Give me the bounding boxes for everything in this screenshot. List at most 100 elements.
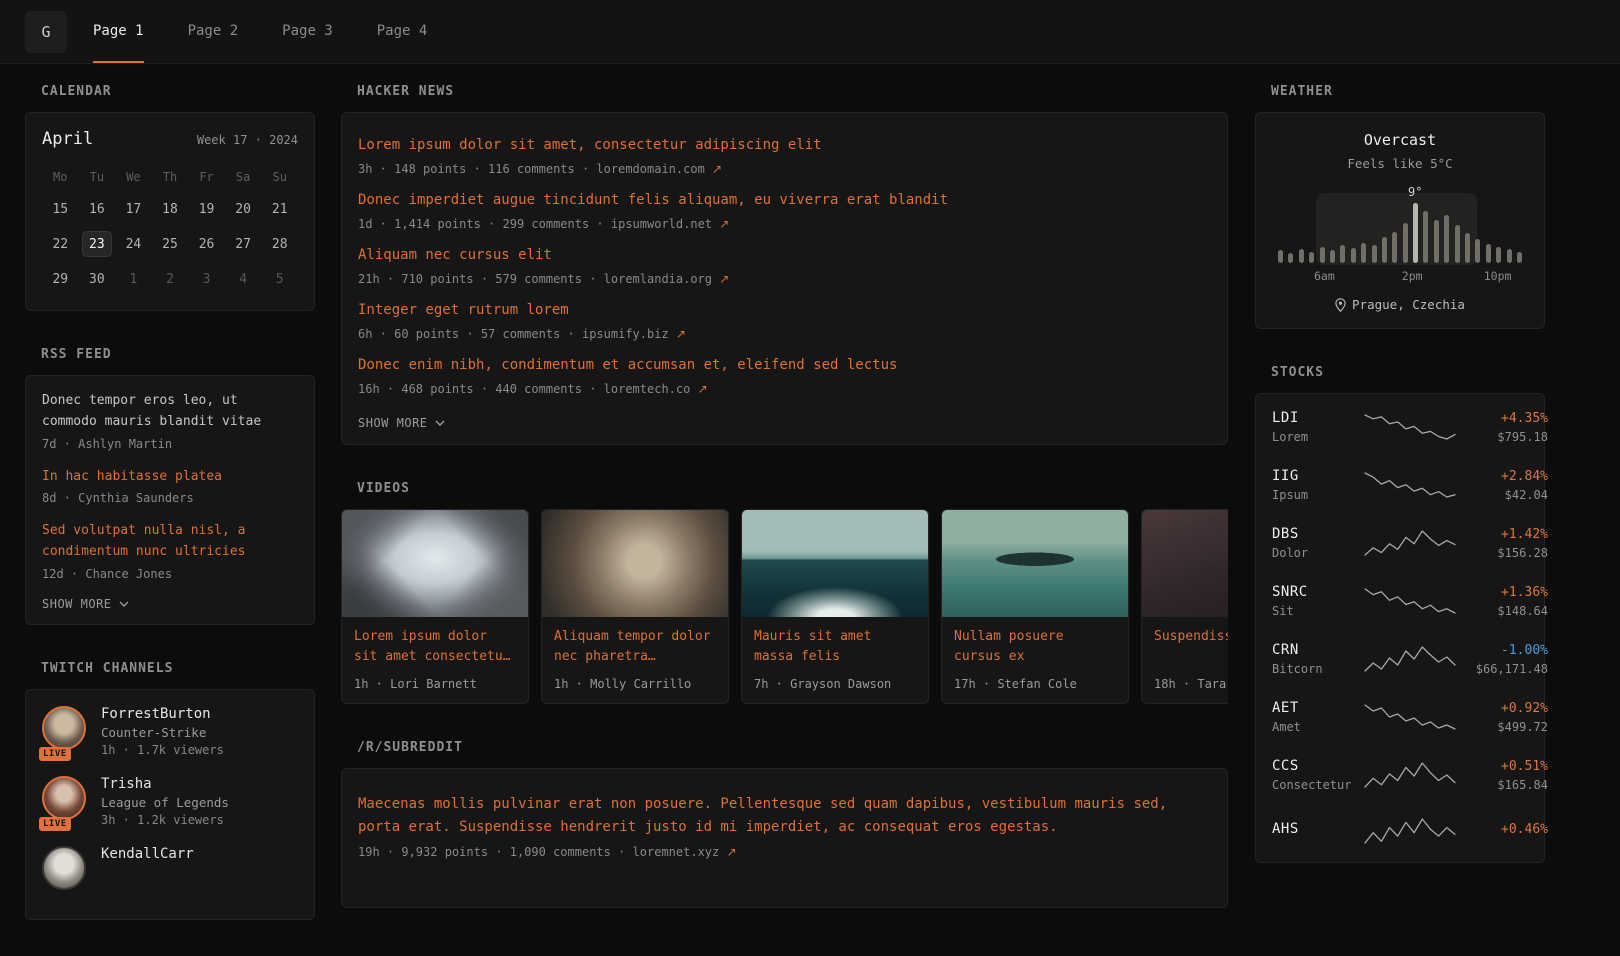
tab-page-3[interactable]: Page 3	[282, 0, 333, 63]
video-card[interactable]: Aliquam tempor dolor nec pharetra… 1h · …	[541, 509, 729, 704]
calendar-day-next-month: 3	[188, 266, 225, 292]
calendar-widget: April Week 17 · 2024 Mo Tu We Th Fr Sa S…	[25, 112, 315, 311]
twitch-channel-row[interactable]: LIVE Trisha League of Legends 3h · 1.2k …	[42, 776, 298, 827]
stock-change: +4.35%	[1456, 411, 1548, 426]
twitch-channel-row[interactable]: KendallCarr	[42, 846, 298, 890]
stock-row[interactable]: SNRC Sit +1.36% $148.64	[1270, 572, 1530, 630]
stock-name: Sit	[1272, 604, 1364, 618]
twitch-avatar-wrap	[42, 846, 88, 890]
video-meta: 17h · Stefan Cole	[954, 677, 1116, 691]
stock-change: +1.36%	[1456, 585, 1548, 600]
stock-row[interactable]: AHS +0.46%	[1270, 804, 1530, 858]
weather-location: Prague, Czechia	[1272, 297, 1528, 312]
show-more-label: SHOW MORE	[42, 597, 112, 611]
subreddit-post-link[interactable]: Maecenas mollis pulvinar erat non posuer…	[358, 793, 1211, 839]
rss-section: RSS FEED Donec tempor eros leo, ut commo…	[25, 347, 315, 625]
hn-story-link[interactable]: Donec imperdiet augue tincidunt felis al…	[358, 190, 1211, 211]
stock-sparkline	[1364, 760, 1456, 790]
weekday-label: Mo	[42, 167, 79, 187]
video-thumbnail[interactable]	[342, 510, 528, 617]
hn-story-domain-link[interactable]: loremlandia.org	[604, 272, 712, 286]
video-title: Suspendisse diam	[1154, 627, 1228, 668]
stock-quote: +0.92% $499.72	[1456, 701, 1548, 734]
video-meta: 1h · Molly Carrillo	[554, 677, 716, 691]
center-column: HACKER NEWS Lorem ipsum dolor sit amet, …	[341, 84, 1228, 944]
video-card[interactable]: Suspendisse diam 18h · Tara	[1141, 509, 1228, 704]
twitch-channel-name: ForrestBurton	[101, 706, 224, 722]
stock-identity: AHS	[1272, 821, 1364, 841]
subreddit-post-domain-link[interactable]: loremnet.xyz	[633, 845, 720, 859]
hn-story-link[interactable]: Integer eget rutrum lorem	[358, 300, 1211, 321]
hn-story-meta: 1d · 1,414 points · 299 comments · ipsum…	[358, 217, 1211, 231]
hn-story-stats: 16h · 468 points · 440 comments ·	[358, 382, 604, 396]
calendar-day: 26	[188, 231, 225, 257]
hn-story-link[interactable]: Lorem ipsum dolor sit amet, consectetur …	[358, 135, 1211, 156]
hn-story-domain-link[interactable]: ipsumworld.net	[611, 217, 712, 231]
stock-identity: IIG Ipsum	[1272, 468, 1364, 502]
video-thumbnail[interactable]	[942, 510, 1128, 617]
twitch-channel-row[interactable]: LIVE ForrestBurton Counter-Strike 1h · 1…	[42, 706, 298, 757]
stock-row[interactable]: DBS Dolor +1.42% $156.28	[1270, 514, 1530, 572]
live-badge: LIVE	[39, 747, 71, 761]
hn-story-domain-link[interactable]: loremdomain.com	[596, 162, 704, 176]
stock-row[interactable]: CRN Bitcorn -1.00% $66,171.48	[1270, 630, 1530, 688]
calendar-day: 18	[152, 196, 189, 222]
tab-page-4[interactable]: Page 4	[377, 0, 428, 63]
twitch-channel-name: Trisha	[101, 776, 229, 792]
tab-page-1[interactable]: Page 1	[93, 0, 144, 63]
calendar-day-next-month: 4	[225, 266, 262, 292]
video-card-body: Lorem ipsum dolor sit amet consectetu… 1…	[342, 617, 528, 703]
top-bar: G Page 1 Page 2 Page 3 Page 4	[0, 0, 1620, 64]
stock-symbol: LDI	[1272, 410, 1364, 426]
stock-name: Consectetur	[1272, 778, 1364, 792]
rss-show-more-button[interactable]: SHOW MORE	[42, 597, 298, 611]
twitch-avatar-wrap: LIVE	[42, 706, 88, 757]
stock-quote: -1.00% $66,171.48	[1456, 643, 1548, 676]
hn-story-stats: 3h · 148 points · 116 comments ·	[358, 162, 596, 176]
hn-story-domain-link[interactable]: ipsumify.biz	[582, 327, 669, 341]
rss-item-meta: 12d · Chance Jones	[42, 567, 298, 581]
stock-name: Dolor	[1272, 546, 1364, 560]
stock-name: Lorem	[1272, 430, 1364, 444]
calendar-day-selected: 23	[82, 231, 112, 257]
rss-item-link[interactable]: In hac habitasse platea	[42, 467, 298, 488]
calendar-day: 24	[115, 231, 152, 257]
stock-sparkline	[1364, 528, 1456, 558]
video-card[interactable]: Lorem ipsum dolor sit amet consectetu… 1…	[341, 509, 529, 704]
tab-page-2[interactable]: Page 2	[188, 0, 239, 63]
video-card[interactable]: Nullam posuere cursus ex 17h · Stefan Co…	[941, 509, 1129, 704]
rss-item-meta: 8d · Cynthia Saunders	[42, 491, 298, 505]
calendar-day: 25	[152, 231, 189, 257]
videos-row: Lorem ipsum dolor sit amet consectetu… 1…	[341, 509, 1228, 704]
hn-story-meta: 16h · 468 points · 440 comments · loremt…	[358, 382, 1211, 396]
weekday-label: Sa	[225, 167, 262, 187]
rss-item-link[interactable]: Sed volutpat nulla nisl, a condimentum n…	[42, 521, 298, 563]
video-card[interactable]: Mauris sit amet massa felis 7h · Grayson…	[741, 509, 929, 704]
stock-row[interactable]: IIG Ipsum +2.84% $42.04	[1270, 456, 1530, 514]
stock-row[interactable]: LDI Lorem +4.35% $795.18	[1270, 398, 1530, 456]
hn-story-link[interactable]: Aliquam nec cursus elit	[358, 245, 1211, 266]
twitch-viewers-meta: 3h · 1.2k viewers	[101, 813, 229, 827]
external-link-icon: ↗	[719, 272, 729, 286]
stock-sparkline	[1364, 412, 1456, 442]
hn-show-more-button[interactable]: SHOW MORE	[358, 416, 1211, 430]
video-thumbnail[interactable]	[742, 510, 928, 617]
app-logo[interactable]: G	[25, 11, 67, 53]
stock-quote: +0.46%	[1456, 822, 1548, 841]
calendar-day: 29	[42, 266, 79, 292]
rss-item-link[interactable]: Donec tempor eros leo, ut commodo mauris…	[42, 391, 298, 433]
stock-row[interactable]: AET Amet +0.92% $499.72	[1270, 688, 1530, 746]
video-thumbnail[interactable]	[542, 510, 728, 617]
subreddit-post-meta: 19h · 9,932 points · 1,090 comments · lo…	[358, 845, 1211, 859]
hn-story-link[interactable]: Donec enim nibh, condimentum et accumsan…	[358, 355, 1211, 376]
stock-row[interactable]: CCS Consectetur +0.51% $165.84	[1270, 746, 1530, 804]
video-card-body: Suspendisse diam 18h · Tara	[1142, 617, 1228, 703]
video-thumbnail[interactable]	[1142, 510, 1228, 617]
twitch-widget: LIVE ForrestBurton Counter-Strike 1h · 1…	[25, 689, 315, 920]
stock-symbol: CRN	[1272, 642, 1364, 658]
hacker-news-section-title: HACKER NEWS	[357, 84, 1228, 99]
hn-story-meta: 21h · 710 points · 579 comments · loreml…	[358, 272, 1211, 286]
calendar-day-next-month: 1	[115, 266, 152, 292]
hn-story-domain-link[interactable]: loremtech.co	[604, 382, 691, 396]
stocks-section: STOCKS LDI Lorem +4.35% $795.18 IIG	[1255, 365, 1545, 863]
